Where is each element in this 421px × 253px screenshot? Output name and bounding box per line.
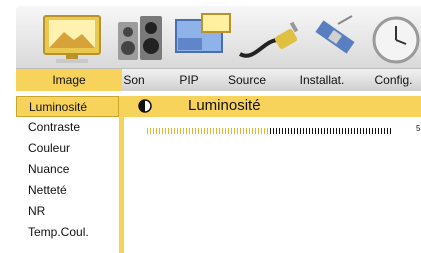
tab-installat[interactable]: Installat.	[290, 69, 354, 91]
tv-osd-menu: Image Son PIP Source Installat. Config. …	[0, 0, 421, 253]
slider-ticks-low	[147, 128, 268, 134]
tab-source[interactable]: Source	[221, 69, 273, 91]
submenu-item-nr[interactable]: NR	[16, 201, 119, 222]
brightness-slider[interactable]	[147, 128, 393, 134]
submenu-item-temp-coul[interactable]: Temp.Coul.	[16, 222, 119, 243]
pip-icon[interactable]	[172, 10, 234, 66]
submenu-item-nuance[interactable]: Nuance	[16, 159, 119, 180]
image-submenu: Luminosité Contraste Couleur Nuance Nett…	[16, 96, 124, 253]
main-tab-bar: Image Son PIP Source Installat. Config.	[16, 68, 421, 91]
clock-icon[interactable]	[364, 10, 421, 66]
slider-value: 5	[416, 124, 421, 133]
speaker-icon[interactable]	[112, 10, 168, 66]
brightness-icon	[138, 99, 152, 113]
plug-icon[interactable]	[234, 10, 308, 66]
tab-pip[interactable]: PIP	[171, 69, 207, 91]
tab-image[interactable]: Image	[16, 69, 122, 91]
slider-ticks-high	[270, 128, 393, 134]
submenu-item-nettete[interactable]: Netteté	[16, 180, 119, 201]
tab-son[interactable]: Son	[116, 69, 152, 91]
picture-icon[interactable]	[32, 10, 110, 66]
submenu-item-contraste[interactable]: Contraste	[16, 117, 119, 138]
menu-icon-bar	[16, 6, 421, 68]
submenu-item-couleur[interactable]: Couleur	[16, 138, 119, 159]
setting-header: Luminosité	[124, 96, 421, 117]
submenu-item-luminosite[interactable]: Luminosité	[16, 96, 119, 117]
setting-title: Luminosité	[188, 97, 261, 114]
tab-config[interactable]: Config.	[366, 69, 421, 91]
satellite-icon[interactable]	[308, 10, 364, 66]
